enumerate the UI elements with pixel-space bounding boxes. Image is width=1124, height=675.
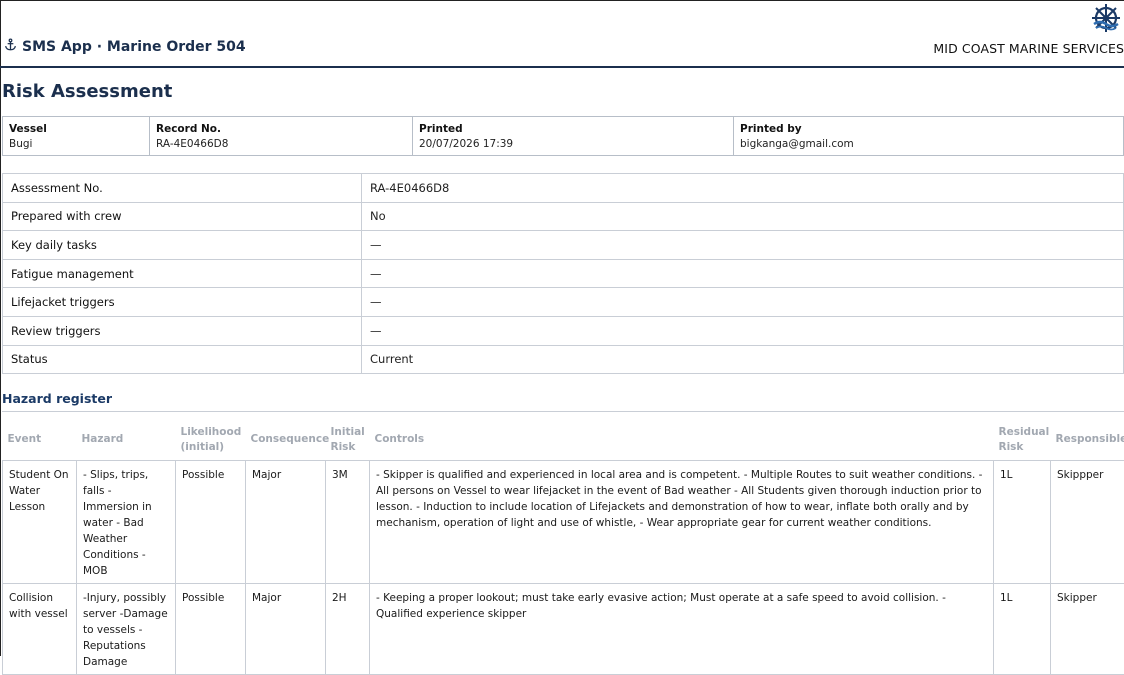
col-likelihood-line1: Likelihood <box>181 426 242 438</box>
meta-vessel-label: Vessel <box>9 122 143 136</box>
hazard-likelihood: Possible <box>176 583 246 674</box>
col-consequence: Consequence <box>246 420 326 460</box>
hazard-residual-risk: 1L <box>994 583 1051 674</box>
detail-value: — <box>362 288 1124 317</box>
hazard-row: Student On Water Lesson - Slips, trips, … <box>3 460 1124 583</box>
hazard-event: Collision with vessel <box>3 583 77 674</box>
col-event: Event <box>3 420 77 460</box>
detail-label: Assessment No. <box>3 174 362 203</box>
detail-row: Status Current <box>3 345 1124 374</box>
col-residual-line2: Risk <box>999 441 1024 453</box>
hazard-controls: - Skipper is qualified and experienced i… <box>370 460 994 583</box>
anchor-icon <box>4 38 17 55</box>
detail-row: Assessment No. RA-4E0466D8 <box>3 174 1124 203</box>
page-title: Risk Assessment <box>2 81 172 102</box>
col-initial-line2: Risk <box>331 441 356 453</box>
meta-record-label: Record No. <box>156 122 406 136</box>
detail-value: — <box>362 316 1124 345</box>
col-residual-line1: Residual <box>999 426 1050 438</box>
meta-printed-by: Printed by bigkanga@gmail.com <box>734 117 1124 156</box>
meta-record-value: RA-4E0466D8 <box>156 137 406 151</box>
page-header: SMS App · Marine Order 504 MID COAST MAR… <box>0 0 1124 66</box>
frame-left-border <box>0 0 1 656</box>
hazard-consequence: Major <box>246 583 326 674</box>
detail-value: No <box>362 202 1124 231</box>
hazard-register-table: Event Hazard Likelihood (initial) Consequ… <box>2 420 1124 675</box>
col-initial-risk: Initial Risk <box>326 420 370 460</box>
detail-row: Key daily tasks — <box>3 231 1124 260</box>
hazard-responsible: Skipper <box>1051 583 1124 674</box>
detail-label: Lifejacket triggers <box>3 288 362 317</box>
meta-vessel-value: Bugi <box>9 137 143 151</box>
hazard-register-heading: Hazard register <box>2 391 112 406</box>
hazard-register-divider <box>2 411 1124 412</box>
hazard-initial-risk: 2H <box>326 583 370 674</box>
assessment-details-table: Assessment No. RA-4E0466D8 Prepared with… <box>2 173 1124 374</box>
meta-printed: Printed 20/07/2026 17:39 <box>413 117 734 156</box>
detail-row: Prepared with crew No <box>3 202 1124 231</box>
detail-row: Fatigue management — <box>3 259 1124 288</box>
ship-wheel-logo-icon <box>1088 2 1124 34</box>
detail-value: Current <box>362 345 1124 374</box>
detail-label: Key daily tasks <box>3 231 362 260</box>
hazard-residual-risk: 1L <box>994 460 1051 583</box>
detail-label: Fatigue management <box>3 259 362 288</box>
detail-value: RA-4E0466D8 <box>362 174 1124 203</box>
col-hazard: Hazard <box>77 420 176 460</box>
company-name: MID COAST MARINE SERVICES <box>933 41 1124 56</box>
hazard-initial-risk: 3M <box>326 460 370 583</box>
detail-row: Lifejacket triggers — <box>3 288 1124 317</box>
record-meta-table: Vessel Bugi Record No. RA-4E0466D8 Print… <box>2 116 1124 156</box>
hazard-row: Collision with vessel -Injury, possibly … <box>3 583 1124 674</box>
hazard-consequence: Major <box>246 460 326 583</box>
hazard-controls: - Keeping a proper lookout; must take ea… <box>370 583 994 674</box>
app-title-text: SMS App · Marine Order 504 <box>22 39 246 55</box>
hazard-likelihood: Possible <box>176 460 246 583</box>
detail-row: Review triggers — <box>3 316 1124 345</box>
meta-printed-label: Printed <box>419 122 727 136</box>
detail-value: — <box>362 231 1124 260</box>
col-controls: Controls <box>370 420 994 460</box>
col-likelihood: Likelihood (initial) <box>176 420 246 460</box>
meta-printed-value: 20/07/2026 17:39 <box>419 137 727 151</box>
detail-label: Review triggers <box>3 316 362 345</box>
header-divider <box>0 66 1124 68</box>
col-residual-risk: Residual Risk <box>994 420 1051 460</box>
hazard-description: - Slips, trips, falls - Immersion in wat… <box>77 460 176 583</box>
detail-value: — <box>362 259 1124 288</box>
hazard-description: -Injury, possibly server -Damage to vess… <box>77 583 176 674</box>
col-likelihood-line2: (initial) <box>181 441 225 453</box>
meta-row: Vessel Bugi Record No. RA-4E0466D8 Print… <box>3 117 1124 156</box>
hazard-header-row: Event Hazard Likelihood (initial) Consequ… <box>3 420 1124 460</box>
meta-record: Record No. RA-4E0466D8 <box>150 117 413 156</box>
hazard-event: Student On Water Lesson <box>3 460 77 583</box>
hazard-responsible: Skippper <box>1051 460 1124 583</box>
detail-label: Prepared with crew <box>3 202 362 231</box>
meta-vessel: Vessel Bugi <box>3 117 150 156</box>
app-title: SMS App · Marine Order 504 <box>4 38 246 55</box>
meta-printed-by-label: Printed by <box>740 122 1117 136</box>
col-initial-line1: Initial <box>331 426 365 438</box>
detail-label: Status <box>3 345 362 374</box>
meta-printed-by-value: bigkanga@gmail.com <box>740 137 1117 151</box>
col-responsible: Responsible <box>1051 420 1124 460</box>
